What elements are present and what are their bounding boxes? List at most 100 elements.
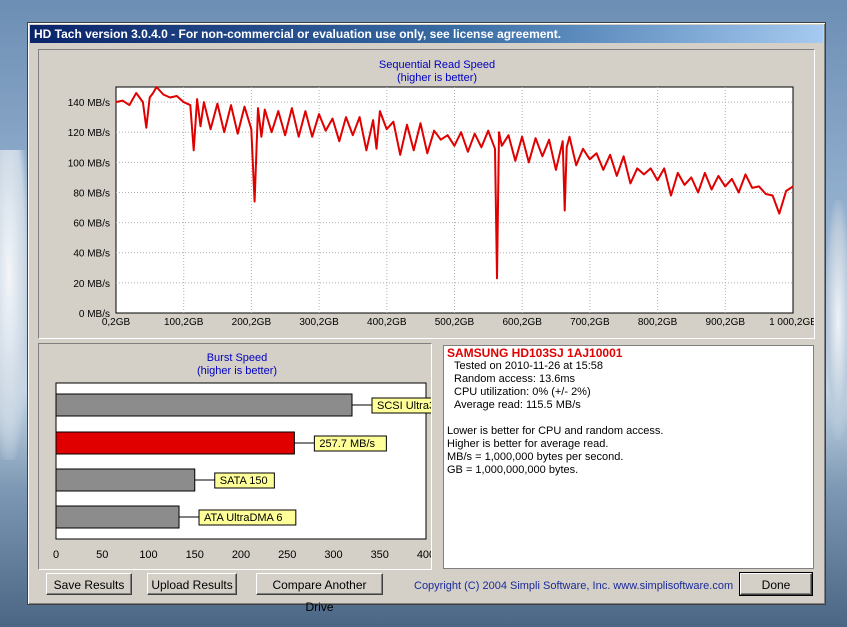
- seq-data-point: [189, 104, 191, 106]
- seq-data-point: [650, 167, 652, 169]
- seq-x-tick-label: 500,2GB: [435, 317, 475, 328]
- seq-data-point: [199, 125, 202, 127]
- seq-data-point: [311, 136, 313, 138]
- seq-data-point: [375, 148, 378, 150]
- seq-data-point: [128, 104, 131, 106]
- seq-data-point: [514, 160, 516, 162]
- seq-x-axis: 0,2GB 100,2GB 200,2GB 300,2GB 400,2GB 500,2GB…: [102, 317, 817, 328]
- seq-data-point: [724, 185, 726, 188]
- seq-data-point: [115, 101, 117, 103]
- seq-data-point: [298, 136, 300, 138]
- hd-tach-window: HD Tach version 3.0.4.0 - For non-commer…: [27, 22, 826, 614]
- seq-data-point: [413, 149, 415, 151]
- seq-data-point: [711, 188, 713, 191]
- seq-data-point: [616, 175, 618, 177]
- seq-data-point: [467, 151, 469, 153]
- seq-data-point: [548, 139, 550, 141]
- seq-x-tick-label: 900,2GB: [706, 317, 746, 328]
- note-line: MB/s = 1,000,000 bytes per second.: [447, 451, 624, 463]
- seq-y-tick-label: 80 MB/s: [73, 188, 110, 199]
- seq-data-point: [446, 134, 449, 136]
- seq-data-point: [498, 131, 500, 133]
- window-title[interactable]: HD Tach version 3.0.4.0 - For non-commer…: [30, 25, 823, 43]
- done-button[interactable]: Done: [739, 572, 813, 596]
- seq-data-point: [440, 139, 442, 141]
- seq-data-point: [677, 172, 679, 174]
- seq-x-tick-label: 300,2GB: [299, 317, 339, 328]
- seq-data-point: [352, 134, 354, 136]
- save-results-button[interactable]: Save Results: [46, 573, 132, 595]
- seq-data-point: [254, 200, 256, 203]
- random-access: Random access: 13.6ms: [454, 373, 576, 385]
- seq-data-point: [365, 149, 367, 151]
- seq-data-point: [325, 130, 327, 132]
- seq-data-point: [122, 99, 124, 102]
- seq-data-point: [474, 133, 476, 135]
- seq-data-point: [182, 101, 185, 103]
- seq-data-point: [535, 137, 537, 139]
- seq-data-point: [683, 184, 686, 186]
- seq-data-point: [399, 154, 401, 156]
- seq-data-point: [152, 92, 154, 94]
- seq-data-point: [670, 194, 672, 197]
- seq-data-point: [270, 131, 273, 133]
- burst-speed-panel: Burst Speed (higher is better) SCSI Ultr…: [38, 343, 464, 570]
- upload-results-button[interactable]: Upload Results: [147, 573, 237, 595]
- seq-data-point: [697, 191, 699, 194]
- burst-x-tick-label: 150: [186, 549, 204, 561]
- seq-data-point: [223, 131, 225, 133]
- seq-data-point: [643, 173, 645, 175]
- seq-data-point: [331, 118, 334, 120]
- seq-data-point: [704, 172, 706, 174]
- seq-data-point: [792, 185, 794, 188]
- burst-bar: [55, 468, 196, 492]
- seq-data-point: [690, 176, 692, 178]
- seq-x-tick-label: 0,2GB: [102, 317, 131, 328]
- seq-data-point: [487, 130, 489, 132]
- seq-x-tick-label: 1 000,2GE: [769, 317, 814, 328]
- compare-another-drive-button[interactable]: Compare Another Drive: [256, 573, 383, 614]
- seq-data-point: [291, 107, 293, 109]
- seq-y-tick-label: 100 MB/s: [68, 158, 110, 169]
- seq-data-point: [460, 131, 462, 133]
- seq-data-point: [284, 134, 286, 136]
- seq-data-point: [589, 158, 591, 160]
- seq-x-tick-label: 100,2GB: [164, 317, 204, 328]
- seq-y-tick-label: 60 MB/s: [73, 219, 110, 230]
- seq-data-point: [602, 169, 604, 171]
- seq-data-point: [426, 152, 428, 154]
- seq-data-point: [778, 212, 780, 215]
- seq-data-point: [785, 190, 787, 192]
- drive-info-panel: SAMSUNG HD103SJ 1AJ10001 Tested on 2010-…: [443, 345, 814, 569]
- burst-x-tick-label: 350: [371, 549, 389, 561]
- seq-y-tick-label: 140 MB/s: [68, 98, 110, 109]
- seq-data-point: [494, 148, 496, 150]
- seq-data-point: [392, 121, 395, 123]
- burst-bar: [55, 393, 353, 417]
- burst-x-tick-label: 0: [53, 549, 59, 561]
- seq-x-tick-label: 600,2GB: [502, 317, 542, 328]
- sequential-read-panel: Sequential Read Speed (higher is better)…: [38, 49, 817, 339]
- seq-data-point: [318, 113, 320, 115]
- seq-data-point: [629, 182, 631, 185]
- seq-data-point: [562, 140, 564, 142]
- seq-chart-title: Sequential Read Speed: [379, 59, 495, 71]
- seq-y-axis: 0 MB/s20 MB/s40 MB/s60 MB/s80 MB/s100 MB…: [68, 98, 110, 320]
- seq-data-point: [771, 194, 774, 197]
- seq-x-tick-label: 800,2GB: [638, 317, 678, 328]
- seq-y-tick-label: 20 MB/s: [73, 279, 110, 290]
- burst-x-tick-label: 250: [278, 549, 296, 561]
- seq-data-point: [566, 146, 568, 148]
- seq-data-point: [250, 128, 252, 130]
- seq-x-tick-label: 700,2GB: [570, 317, 610, 328]
- seq-data-point: [277, 110, 279, 112]
- seq-data-point: [609, 154, 611, 156]
- copyright-text[interactable]: Copyright (C) 2004 Simpli Software, Inc.…: [414, 580, 733, 592]
- seq-data-point: [406, 124, 408, 126]
- seq-data-point: [386, 128, 388, 130]
- note-line: Higher is better for average read.: [447, 438, 609, 450]
- seq-y-tick-label: 120 MB/s: [68, 128, 110, 139]
- seq-data-point: [372, 119, 374, 121]
- seq-data-point: [193, 149, 195, 151]
- burst-chart-subtitle: (higher is better): [197, 365, 277, 377]
